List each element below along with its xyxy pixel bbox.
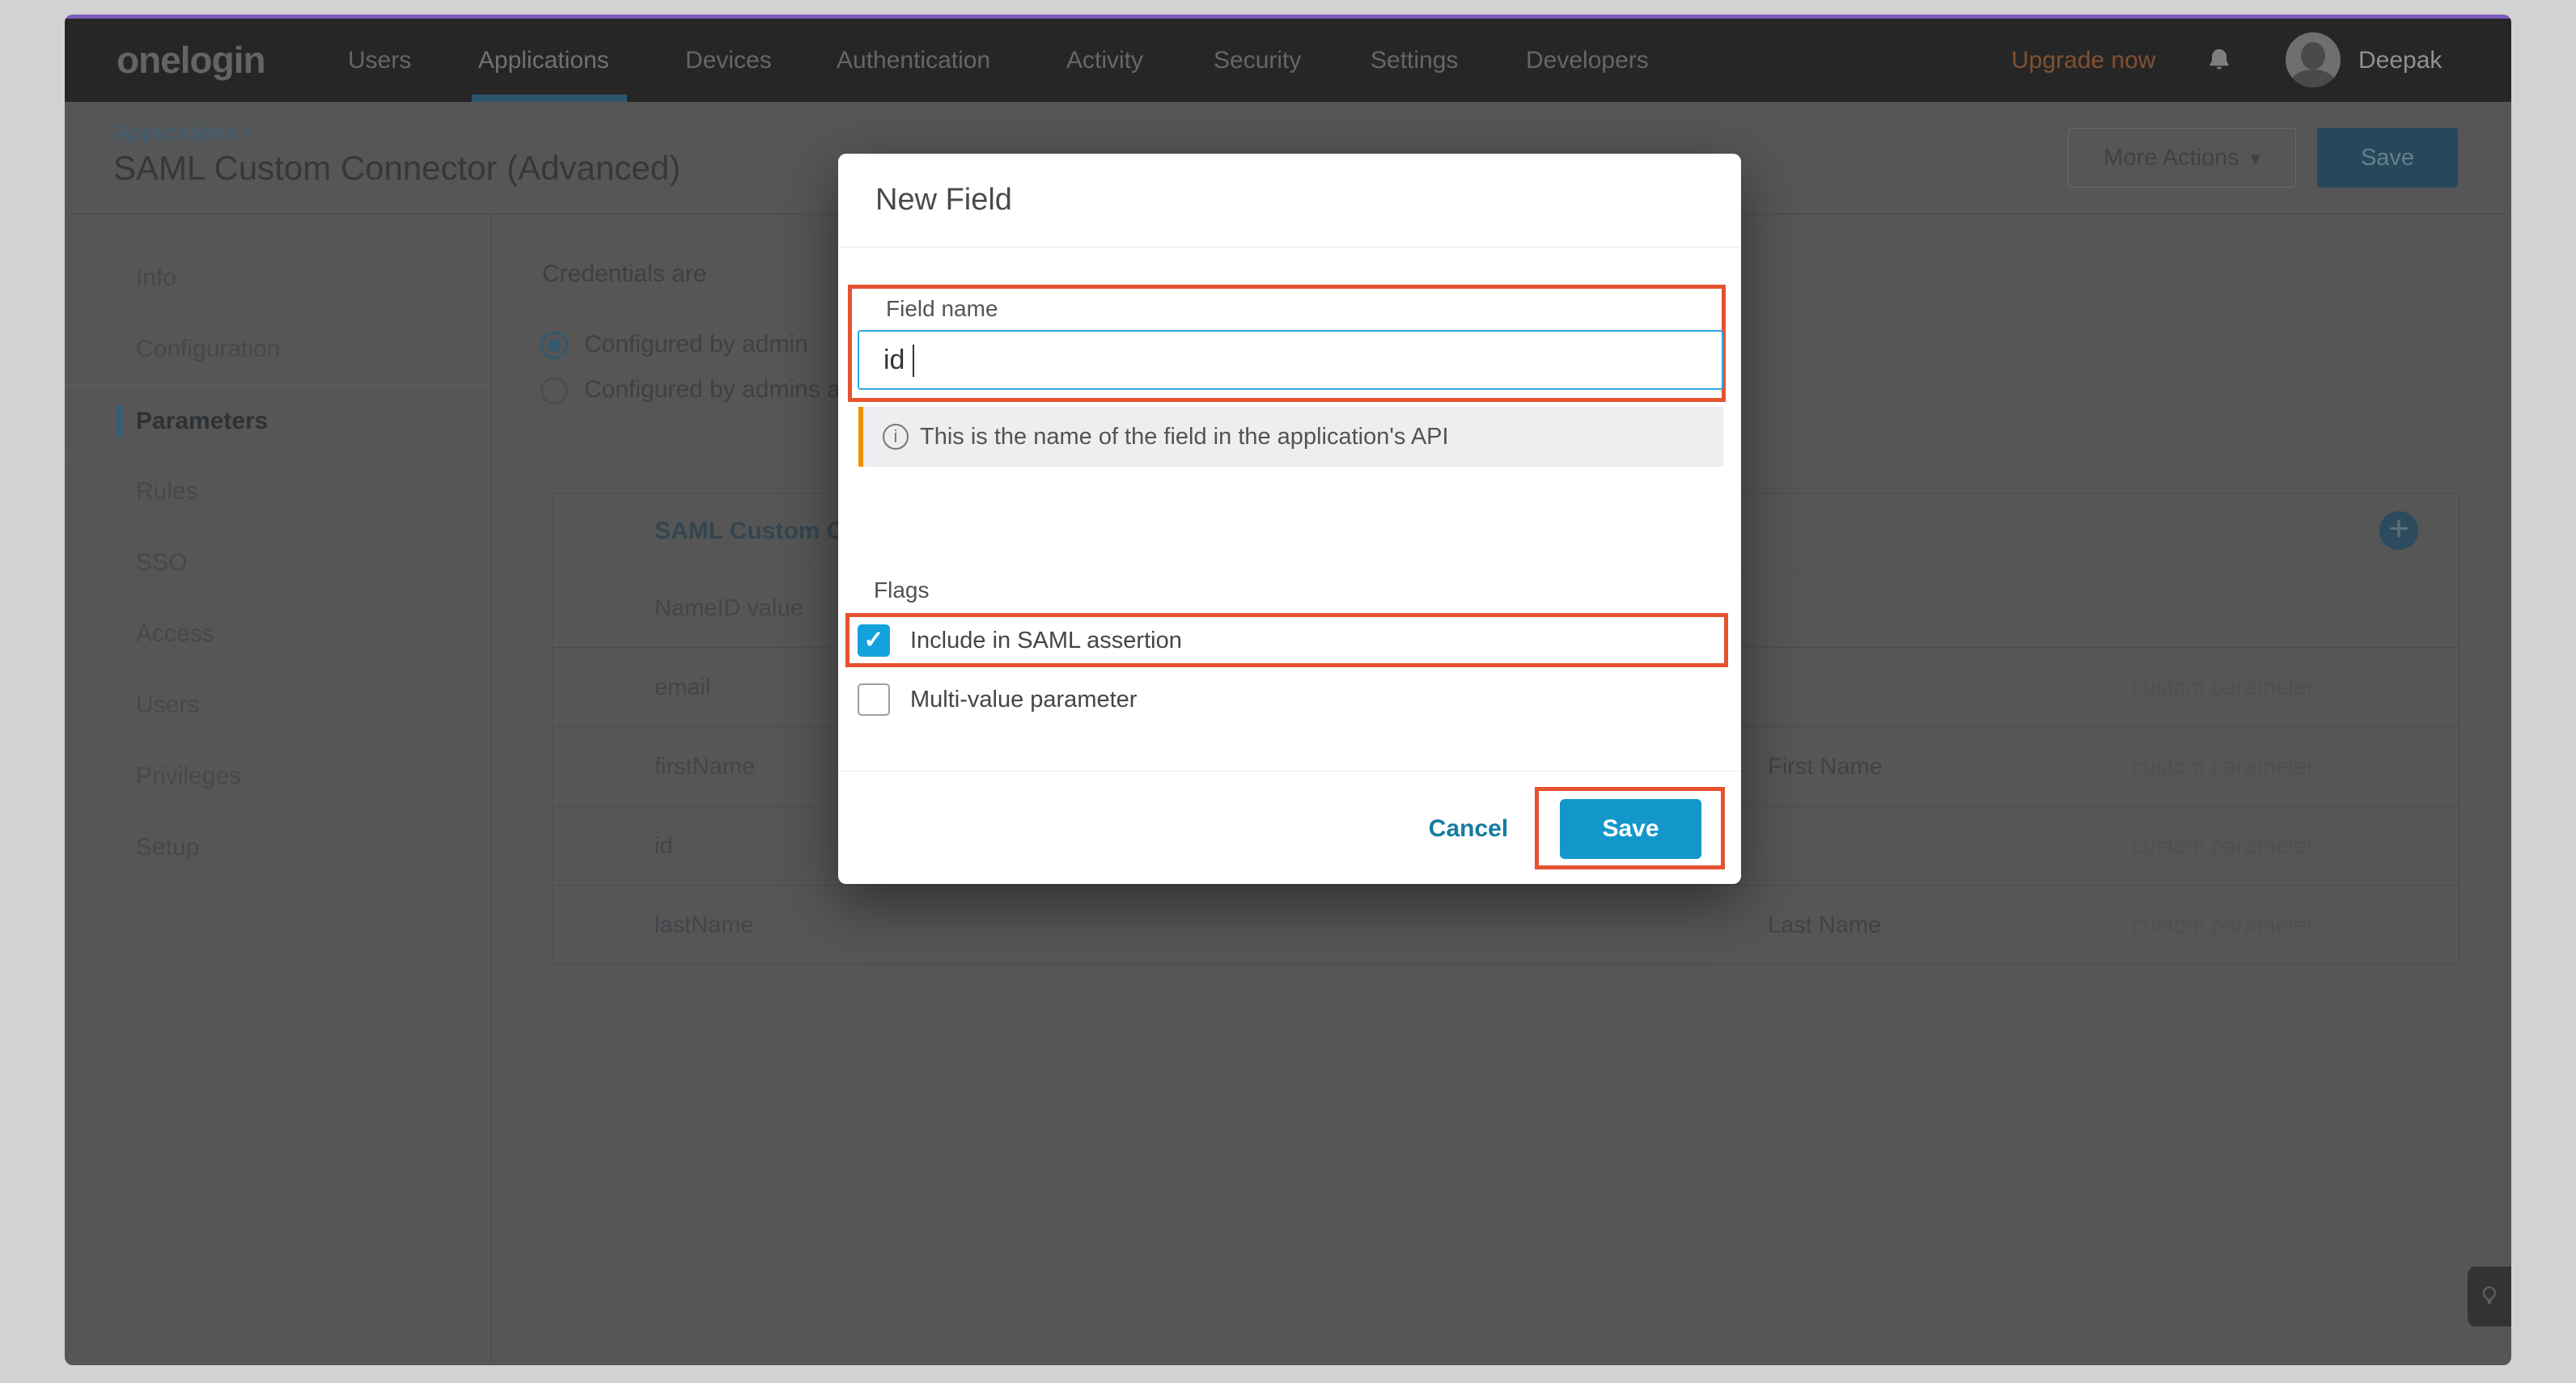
- modal-title: New Field: [875, 183, 1012, 218]
- nav-devices[interactable]: Devices: [685, 19, 772, 102]
- nav-developers[interactable]: Developers: [1526, 19, 1649, 102]
- nav-security[interactable]: Security: [1214, 19, 1301, 102]
- more-actions-label: More Actions: [2104, 145, 2239, 171]
- nav-activity[interactable]: Activity: [1066, 19, 1143, 102]
- sidebar-item-access[interactable]: Access: [65, 598, 490, 670]
- page-title: SAML Custom Connector (Advanced): [113, 149, 680, 188]
- param-tag: custom parameter: [2132, 886, 2315, 965]
- credentials-label: Credentials are: [542, 260, 706, 288]
- notifications-bell-icon[interactable]: [2205, 46, 2234, 75]
- app-window: onelogin Users Applications Devices Auth…: [65, 15, 2511, 1365]
- field-help-text: This is the name of the field in the app…: [920, 407, 1449, 467]
- text-cursor: [913, 345, 914, 377]
- param-value: Last Name: [1768, 886, 1881, 965]
- radio-label: Configured by admins a: [584, 376, 841, 404]
- field-name-input[interactable]: [858, 330, 1723, 390]
- sidebar: Info Configuration Parameters Rules SSO …: [65, 214, 491, 1365]
- username-label[interactable]: Deepak: [2358, 19, 2442, 102]
- feedback-button[interactable]: [2468, 1267, 2511, 1326]
- modal-footer-divider: [838, 771, 1741, 772]
- add-parameter-button[interactable]: +: [2379, 511, 2418, 550]
- sidebar-item-sso[interactable]: SSO: [65, 527, 490, 598]
- param-value: First Name: [1768, 727, 1883, 806]
- lightbulb-icon: [2476, 1283, 2503, 1310]
- radio-unselected-icon[interactable]: [540, 377, 568, 404]
- param-tag: custom parameter: [2132, 806, 2315, 886]
- param-name: NameID value: [655, 569, 803, 648]
- header-save-button[interactable]: Save: [2317, 128, 2458, 188]
- checkbox-label-saml-assertion: Include in SAML assertion: [910, 624, 1182, 657]
- radio-label: Configured by admin: [584, 331, 808, 358]
- checkbox-label-multi-value: Multi-value parameter: [910, 683, 1137, 716]
- param-name: id: [655, 806, 673, 886]
- nav-settings[interactable]: Settings: [1371, 19, 1458, 102]
- nav-authentication[interactable]: Authentication: [837, 19, 990, 102]
- active-item-bar: [117, 406, 121, 437]
- sidebar-item-setup[interactable]: Setup: [65, 812, 490, 883]
- param-name: lastName: [655, 886, 754, 965]
- upgrade-now-link[interactable]: Upgrade now: [2011, 19, 2155, 102]
- nav-applications[interactable]: Applications: [478, 19, 609, 102]
- sidebar-item-privileges[interactable]: Privileges: [65, 741, 490, 812]
- radio-dot: [548, 339, 561, 352]
- param-tag: custom parameter: [2132, 727, 2315, 806]
- sidebar-item-label: Parameters: [136, 408, 268, 434]
- sidebar-item-info[interactable]: Info: [65, 243, 490, 314]
- sidebar-item-rules[interactable]: Rules: [65, 456, 490, 527]
- flags-label: Flags: [874, 577, 929, 603]
- avatar-silhouette-head: [2301, 42, 2325, 70]
- annotation-box-save: [1535, 787, 1725, 869]
- sidebar-item-configuration[interactable]: Configuration: [65, 314, 490, 385]
- new-field-modal: New Field Field name i This is the name …: [838, 154, 1741, 884]
- checkbox-include-in-saml-assertion[interactable]: ✓: [858, 624, 890, 657]
- more-actions-button[interactable]: More Actions ▾: [2068, 128, 2296, 188]
- user-avatar[interactable]: [2286, 32, 2341, 87]
- field-name-label: Field name: [886, 296, 998, 322]
- check-icon: ✓: [863, 627, 883, 653]
- param-tag: custom parameter: [2132, 648, 2315, 727]
- onelogin-logo: onelogin: [117, 19, 265, 102]
- breadcrumb[interactable]: Applications /: [115, 120, 250, 146]
- nav-users[interactable]: Users: [348, 19, 411, 102]
- sidebar-item-parameters[interactable]: Parameters: [65, 385, 490, 456]
- checkbox-multi-value-parameter[interactable]: [858, 683, 890, 716]
- cancel-button[interactable]: Cancel: [1416, 799, 1521, 859]
- radio-selected-icon[interactable]: [540, 332, 568, 359]
- field-help-note: i This is the name of the field in the a…: [858, 407, 1723, 467]
- param-name: email: [655, 648, 710, 727]
- param-name: firstName: [655, 727, 755, 806]
- sidebar-item-users[interactable]: Users: [65, 670, 490, 741]
- top-navbar: onelogin Users Applications Devices Auth…: [65, 19, 2511, 102]
- active-tab-underline: [472, 95, 627, 102]
- info-icon: i: [883, 424, 909, 450]
- avatar-silhouette-body: [2290, 70, 2336, 87]
- table-row[interactable]: lastName Last Name custom parameter: [553, 886, 2459, 965]
- chevron-down-icon: ▾: [2251, 148, 2260, 170]
